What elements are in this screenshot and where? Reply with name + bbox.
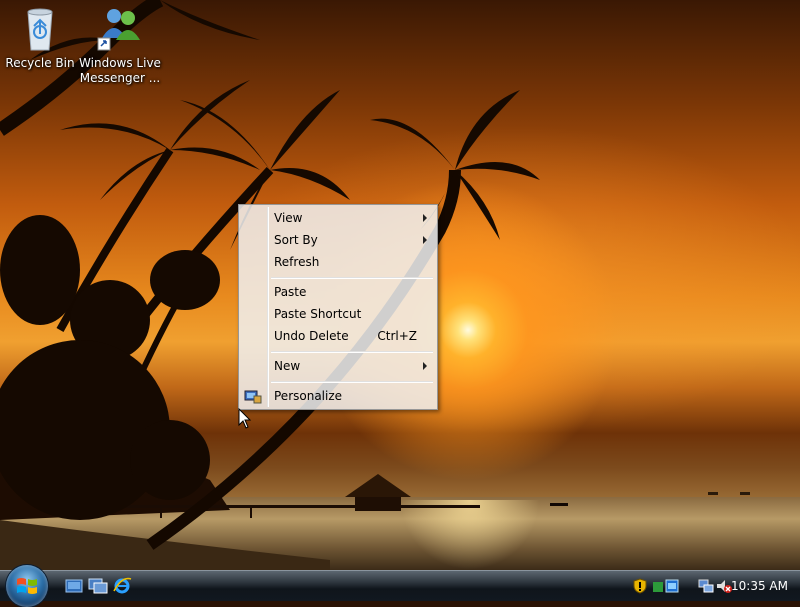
mouse-cursor-icon	[238, 408, 252, 429]
menu-item-label: Paste	[274, 285, 307, 299]
context-menu: View Sort By Refresh Paste Paste Shortcu…	[238, 204, 438, 410]
shortcut-text: Ctrl+Z	[377, 329, 417, 343]
show-desktop-icon[interactable]	[64, 576, 84, 596]
internet-explorer-icon[interactable]	[112, 576, 132, 596]
network-icon[interactable]	[698, 578, 714, 594]
switch-windows-icon[interactable]	[88, 576, 108, 596]
menu-item-label: Undo Delete	[274, 329, 349, 343]
windows-logo-icon	[17, 578, 37, 594]
menu-item-label: View	[274, 211, 303, 225]
speaker-muted-icon[interactable]	[716, 578, 732, 594]
submenu-arrow-icon	[423, 214, 427, 222]
menu-item-label: Sort By	[274, 233, 318, 247]
messenger-icon	[97, 9, 140, 51]
menu-item-label: Paste Shortcut	[274, 307, 362, 321]
recycle-bin-label: Recycle Bin	[5, 56, 75, 70]
system-tray: 10:35 AM	[628, 571, 800, 601]
security-shield-icon[interactable]	[632, 578, 648, 594]
menu-item-label: Personalize	[274, 389, 343, 403]
start-button[interactable]	[6, 565, 48, 607]
menu-item-label: Refresh	[274, 255, 320, 269]
desktop-icon-messenger[interactable]: Windows Live Messenger ...	[78, 4, 162, 86]
taskbar: 10:35 AM	[0, 565, 800, 607]
recycle-bin-icon	[27, 8, 53, 51]
desktop-background[interactable]: Recycle Bin Windows Live Messenger ... V…	[0, 0, 800, 570]
menu-item-view[interactable]: View	[241, 207, 435, 229]
menu-item-new[interactable]: New	[241, 355, 435, 377]
update-icons[interactable]	[652, 578, 680, 594]
messenger-label: Windows Live Messenger ...	[79, 56, 161, 85]
menu-item-paste-shortcut[interactable]: Paste Shortcut	[241, 303, 435, 325]
menu-item-personalize[interactable]: Personalize	[241, 385, 435, 407]
desktop-icon-recycle-bin[interactable]: Recycle Bin	[0, 4, 82, 71]
menu-item-refresh[interactable]: Refresh	[241, 251, 435, 273]
submenu-arrow-icon	[423, 362, 427, 370]
menu-item-undo-delete[interactable]: Undo Delete Ctrl+Z	[241, 325, 435, 347]
submenu-arrow-icon	[423, 236, 427, 244]
menu-separator	[271, 381, 433, 383]
menu-item-sort-by[interactable]: Sort By	[241, 229, 435, 251]
menu-item-label: New	[274, 359, 301, 373]
menu-separator	[271, 277, 433, 279]
menu-separator	[271, 351, 433, 353]
personalize-icon	[244, 390, 262, 404]
menu-item-paste[interactable]: Paste	[241, 281, 435, 303]
taskbar-clock[interactable]: 10:35 AM	[731, 571, 788, 601]
